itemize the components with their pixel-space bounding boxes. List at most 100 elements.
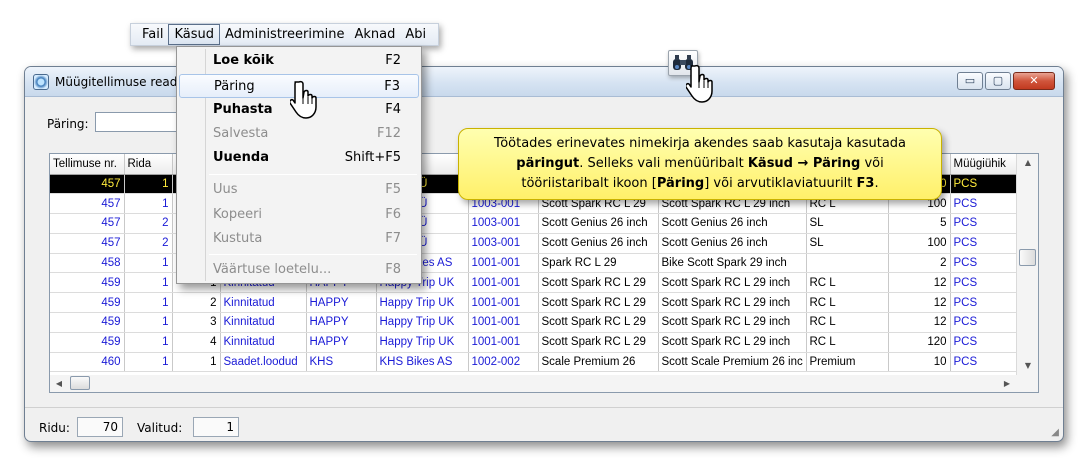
minimize-button[interactable]: ▭ [957,72,983,90]
table-cell: PCS [950,312,1017,333]
table-cell: 1 [124,272,173,294]
table-cell: HAPPY [306,292,377,314]
table-cell: 2 [124,213,173,234]
table-row[interactable]: 460 1 1 Saadet.loodud KHS KHS Bikes AS 1002-00… [50,352,1017,373]
table-cell: Scott Spark RC L 29 inch [658,312,807,333]
hscroll-thumb[interactable] [70,376,90,390]
menu-separator [209,174,417,175]
table-cell: 459 [50,312,125,333]
menu-administreerimine[interactable]: Administreerimine [220,25,349,44]
menu-item-kustuta: Kustuta F7 [213,231,401,246]
search-label: Päring: [47,117,89,131]
table-cell: PCS [950,292,1017,314]
table-cell: 120 [888,332,951,353]
table-cell: Scott Genius 26 inch [538,233,659,254]
scroll-thumb[interactable] [1019,249,1036,266]
rows-count-value: 70 [77,417,123,437]
table-cell: Scott Spark RC L 29 [538,332,659,353]
menu-kasud[interactable]: Käsud [168,24,221,45]
table-cell: RC L [806,312,889,333]
table-cell: 10 [888,352,951,373]
window-controls: ▭ ▢ ✕ [957,72,1055,90]
status-bar: Ridu: 70 Valitud: 1 ◢ [25,407,1063,441]
table-cell: 457 [50,233,125,254]
table-cell: Kinnitatud [220,312,307,333]
table-row[interactable]: 459 1 2 Kinnitatud HAPPY Happy Trip UK 1001-00… [50,292,1017,314]
table-cell: 1003-001 [468,213,539,234]
maximize-button[interactable]: ▢ [985,72,1011,90]
table-cell: 459 [50,332,125,353]
table-cell: Spark RC L 29 [538,253,659,274]
vertical-scrollbar[interactable]: ▲ ▼ [1016,154,1038,375]
table-cell: Scott Spark RC L 29 inch [658,272,807,294]
menu-item-loe-koik[interactable]: Loe kõik F2 [179,49,419,73]
table-cell: PCS [950,213,1017,234]
scroll-right-icon[interactable]: ▶ [998,375,1016,392]
table-cell: Scott Spark RC L 29 [538,312,659,333]
table-cell: 457 [50,193,125,215]
table-cell: Scott Genius 26 inch [658,233,807,254]
menu-abi[interactable]: Abi [400,25,431,44]
table-cell: 3 [172,312,221,333]
menu-fail[interactable]: Fail [137,25,168,44]
column-header[interactable]: Tellimuse nr. [50,154,125,175]
callout-line-1: Töötades erinevates nimekirja akendes sa… [493,136,907,151]
table-cell: 1 [124,253,173,274]
table-cell: 1 [124,292,173,314]
menu-item-kopeeri: Kopeeri F6 [213,207,401,222]
menu-bar: Fail Käsud Administreerimine Aknad Abi [130,23,439,46]
scroll-up-icon[interactable]: ▲ [1017,154,1038,172]
table-cell: PCS [950,332,1017,353]
hand-pointer-icon [686,64,713,103]
menu-separator [209,254,417,255]
table-cell: 4 [172,332,221,353]
table-cell: 12 [888,292,951,314]
table-cell: 458 [50,253,125,274]
window-title: Müügitellimuse read [55,75,178,89]
table-cell: Happy Trip UK [376,312,469,333]
table-row[interactable]: 459 1 3 Kinnitatud HAPPY Happy Trip UK 1001-00… [50,312,1017,333]
table-cell: KHS [306,352,377,373]
table-cell: 1001-001 [468,312,539,333]
resize-grip-icon[interactable]: ◢ [1051,427,1059,438]
menu-aknad[interactable]: Aknad [349,25,400,44]
menu-item-uuenda[interactable]: Uuenda Shift+F5 [179,146,419,170]
table-cell: Saadet.loodud [220,352,307,373]
table-cell: 1 [124,174,173,195]
menu-item-salvesta: Salvesta F12 [213,126,401,141]
table-cell: RC L [806,292,889,314]
table-cell: 1001-001 [468,292,539,314]
callout-line-2: päringut. Selleks vali menüüribalt Käsud… [516,156,884,171]
table-cell: PCS [950,272,1017,294]
rows-count-label: Ridu: [39,421,70,435]
table-row[interactable]: 459 1 4 Kinnitatud HAPPY Happy Trip UK 1001-00… [50,332,1017,353]
column-header[interactable]: Müügiühik [950,154,1017,175]
hand-pointer-icon [290,80,317,119]
table-cell: 2 [888,253,951,274]
column-header[interactable]: Rida [124,154,173,175]
table-cell: Happy Trip UK [376,332,469,353]
table-cell: 1002-002 [468,352,539,373]
table-cell: Bike Scott Spark 29 inch [658,253,807,274]
table-cell: Happy Trip UK [376,292,469,314]
callout-line-3: tööriistaribalt ikoon [Päring] või arvut… [521,176,879,191]
table-cell: 12 [888,312,951,333]
menu-item-uus: Uus F5 [213,182,401,197]
table-cell: KHS Bikes AS [376,352,469,373]
table-cell: Scott Genius 26 inch [538,213,659,234]
horizontal-scrollbar[interactable]: ◀ ▶ [49,375,1039,393]
close-button[interactable]: ✕ [1013,72,1055,90]
selected-count-label: Valitud: [137,421,183,435]
table-cell: 459 [50,272,125,294]
table-cell: HAPPY [306,332,377,353]
table-cell: 1 [124,332,173,353]
table-cell: Scott Spark RC L 29 inch [658,292,807,314]
table-cell: PCS [950,174,1017,195]
table-cell: PCS [950,233,1017,254]
scroll-left-icon[interactable]: ◀ [50,375,68,392]
table-cell: 1001-001 [468,253,539,274]
table-cell: 5 [888,213,951,234]
scroll-down-icon[interactable]: ▼ [1017,357,1038,375]
table-cell: 12 [888,272,951,294]
table-cell: 2 [124,233,173,254]
